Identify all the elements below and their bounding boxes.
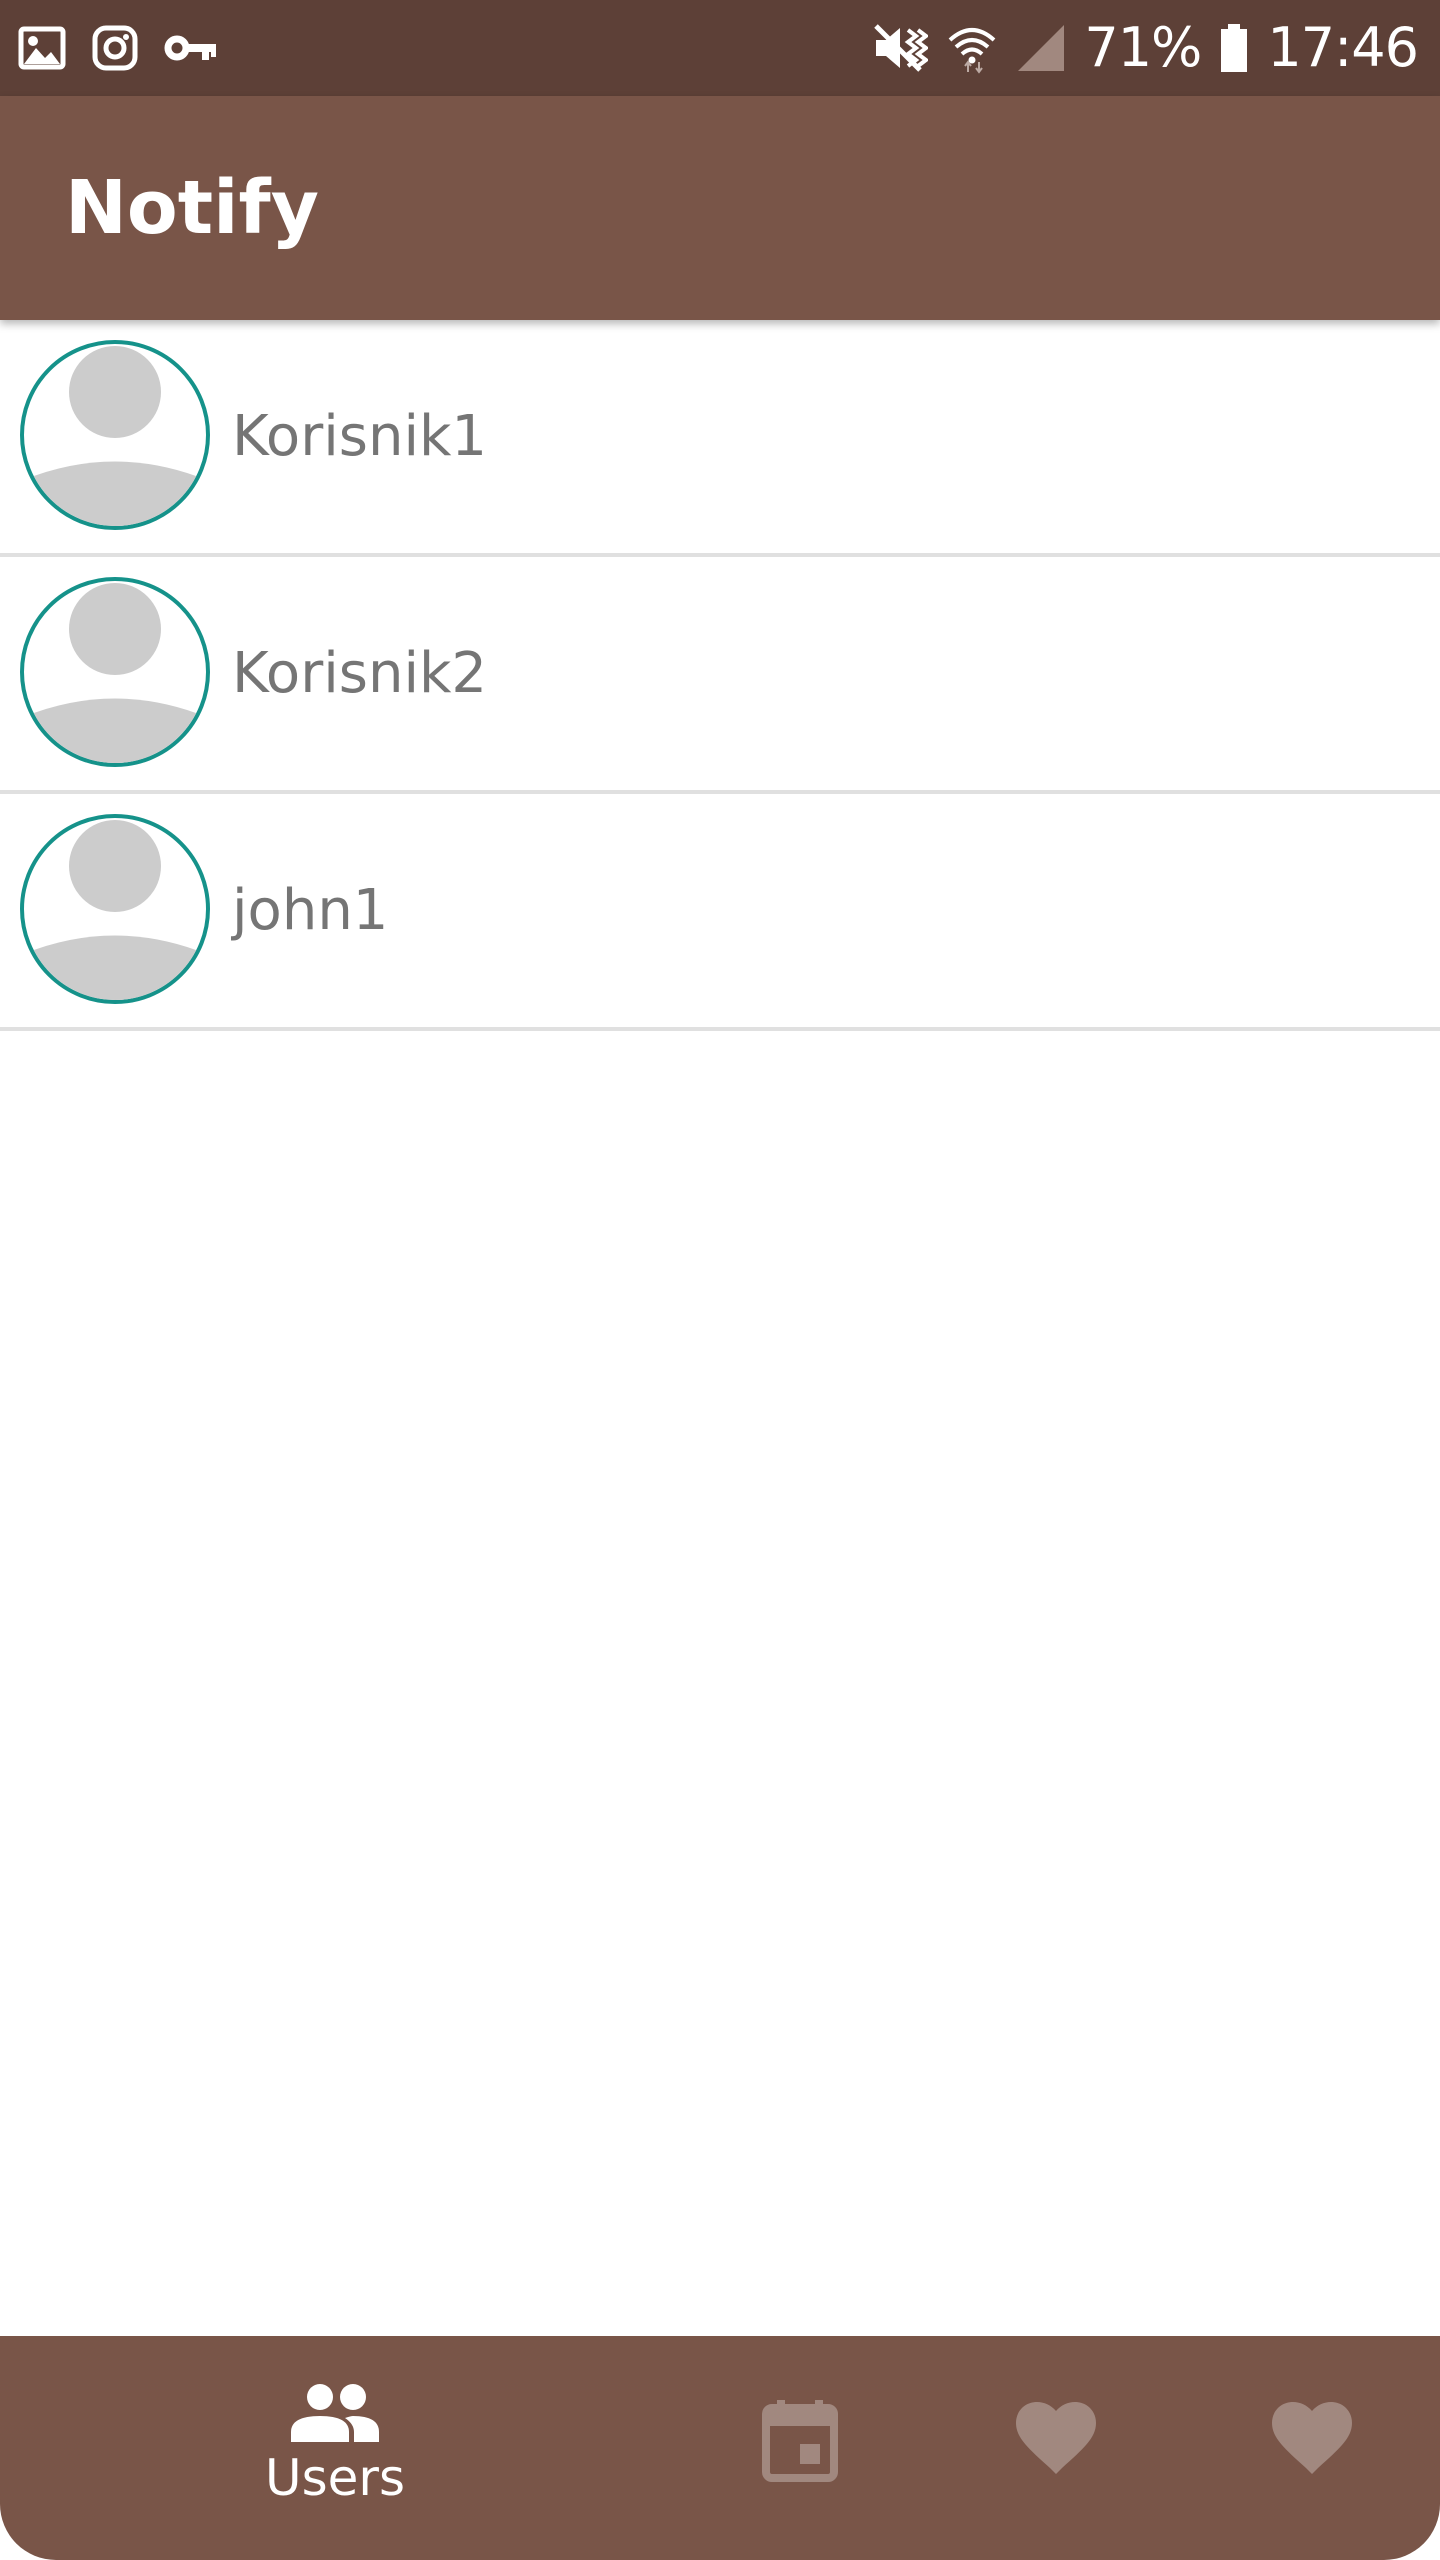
user-list-item[interactable]: john1 <box>0 794 1440 1031</box>
heart-icon <box>1016 2402 1096 2474</box>
app-screen: 71% 17:46 Notify Korisnik1 Korisnik2 joh… <box>0 0 1440 2560</box>
default-avatar-icon <box>24 583 206 763</box>
battery-percent: 71% <box>1084 16 1202 79</box>
nav-item-favorites-2[interactable] <box>1252 2336 1372 2560</box>
user-list-item[interactable]: Korisnik2 <box>0 557 1440 794</box>
app-bar: Notify <box>0 96 1440 320</box>
calendar-icon <box>762 2400 838 2482</box>
bottom-navigation: Users <box>0 2336 1440 2560</box>
instagram-icon <box>92 25 138 71</box>
user-name: Korisnik1 <box>232 404 488 469</box>
user-name: john1 <box>232 878 389 943</box>
heart-icon <box>1272 2402 1352 2474</box>
status-bar-notifications <box>18 22 218 74</box>
page-title: Notify <box>65 165 319 251</box>
vpn-key-icon <box>164 35 216 61</box>
image-icon <box>18 26 66 70</box>
nav-item-users[interactable]: Users <box>215 2336 455 2560</box>
people-icon <box>291 2384 379 2442</box>
wifi-icon <box>948 28 996 74</box>
avatar <box>20 814 210 1004</box>
user-list-item[interactable]: Korisnik1 <box>0 320 1440 557</box>
status-bar: 71% 17:46 <box>0 0 1440 96</box>
clock: 17:46 <box>1267 16 1419 79</box>
avatar <box>20 577 210 767</box>
signal-icon <box>1018 25 1065 71</box>
nav-item-favorites[interactable] <box>996 2336 1116 2560</box>
nav-item-users-label: Users <box>264 2449 405 2507</box>
user-list: Korisnik1 Korisnik2 john1 <box>0 320 1440 1031</box>
avatar <box>20 340 210 530</box>
default-avatar-icon <box>24 820 206 1000</box>
nav-item-calendar[interactable] <box>740 2336 860 2560</box>
default-avatar-icon <box>24 346 206 526</box>
battery-icon <box>1221 24 1248 72</box>
user-name: Korisnik2 <box>232 641 488 706</box>
vibrate-mute-icon <box>874 24 929 72</box>
status-bar-system: 71% 17:46 <box>872 16 1419 79</box>
